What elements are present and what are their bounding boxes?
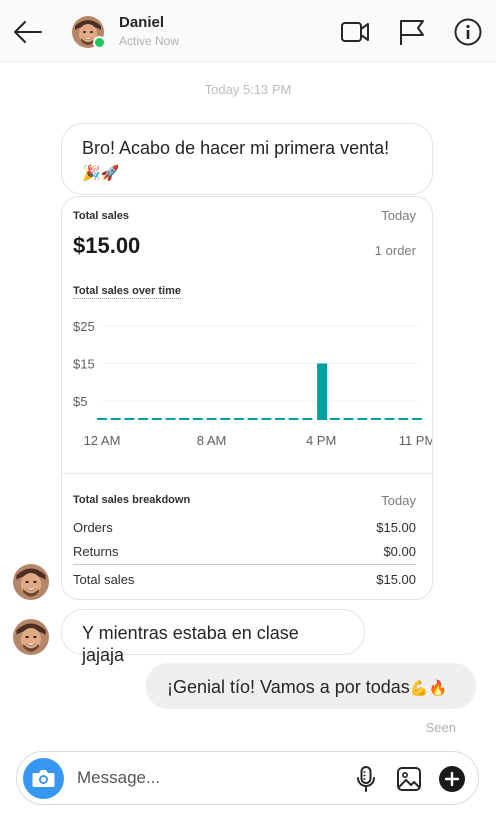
message-text: Bro! Acabo de hacer mi primera venta! (82, 138, 390, 158)
total-divider (73, 564, 416, 565)
total-sales-row-value: $15.00 (376, 572, 416, 587)
x-tick-label: 11 PM (399, 433, 432, 448)
microphone-icon[interactable] (352, 765, 380, 793)
y-tick-label: $5 (73, 394, 87, 409)
chart-title-text: Total sales over time (73, 285, 182, 299)
x-tick-label: 4 PM (306, 433, 336, 448)
card-divider (62, 473, 432, 474)
sender-avatar[interactable] (13, 564, 49, 600)
contact-name[interactable]: Daniel (119, 14, 164, 31)
y-tick-label: $25 (73, 319, 95, 334)
chart-title: Total sales over time (73, 285, 182, 299)
message-emoji: 🎉🚀 (82, 165, 120, 182)
orders-count: 1 order (374, 243, 416, 258)
message-text: ¡Genial tío! Vamos a por todas (167, 677, 410, 697)
breakdown-period: Today (381, 493, 416, 508)
sales-report-card[interactable]: Total sales Today $15.00 1 order Total s… (61, 196, 433, 600)
camera-icon (32, 770, 55, 787)
message-timestamp: Today 5:13 PM (204, 82, 292, 97)
sales-chart: $25 $15 $5 12 AM 8 AM 4 PM 11 PM (73, 319, 432, 448)
y-tick-label: $15 (73, 357, 95, 372)
message-bubble-received[interactable]: Bro! Acabo de hacer mi primera venta! 🎉🚀 (61, 123, 433, 195)
chart-bar (317, 363, 328, 420)
sender-avatar[interactable] (13, 619, 49, 655)
orders-value: $15.00 (376, 520, 416, 535)
returns-value: $0.00 (383, 544, 416, 559)
online-status-dot (93, 36, 106, 49)
info-icon[interactable] (453, 17, 483, 47)
period-label: Today (381, 208, 416, 223)
contact-status: Active Now (119, 34, 180, 48)
message-input[interactable] (77, 764, 337, 792)
video-call-icon[interactable] (340, 17, 370, 47)
add-content-icon[interactable] (438, 765, 466, 793)
flag-icon[interactable] (397, 17, 427, 47)
back-arrow-icon[interactable] (12, 16, 44, 48)
message-text: Y mientras estaba en clase jajaja (82, 623, 299, 665)
message-composer (16, 751, 479, 805)
x-tick-label: 12 AM (84, 433, 121, 448)
x-tick-label: 8 AM (197, 433, 227, 448)
breakdown-title: Total sales breakdown (73, 494, 191, 506)
total-sales-amount: $15.00 (73, 233, 141, 258)
message-bubble-sent[interactable]: ¡Genial tío! Vamos a por todas💪🔥 (146, 663, 476, 709)
returns-label: Returns (73, 544, 119, 559)
message-emoji: 💪🔥 (409, 680, 448, 697)
message-bubble-received[interactable]: Y mientras estaba en clase jajaja (61, 609, 365, 665)
total-sales-label: Total sales (73, 210, 130, 222)
camera-button[interactable] (23, 758, 64, 799)
chat-header: Daniel Active Now (0, 0, 496, 62)
total-sales-row-label: Total sales (73, 572, 135, 587)
gallery-icon[interactable] (395, 765, 423, 793)
orders-label: Orders (73, 520, 113, 535)
seen-indicator: Seen (425, 720, 456, 735)
